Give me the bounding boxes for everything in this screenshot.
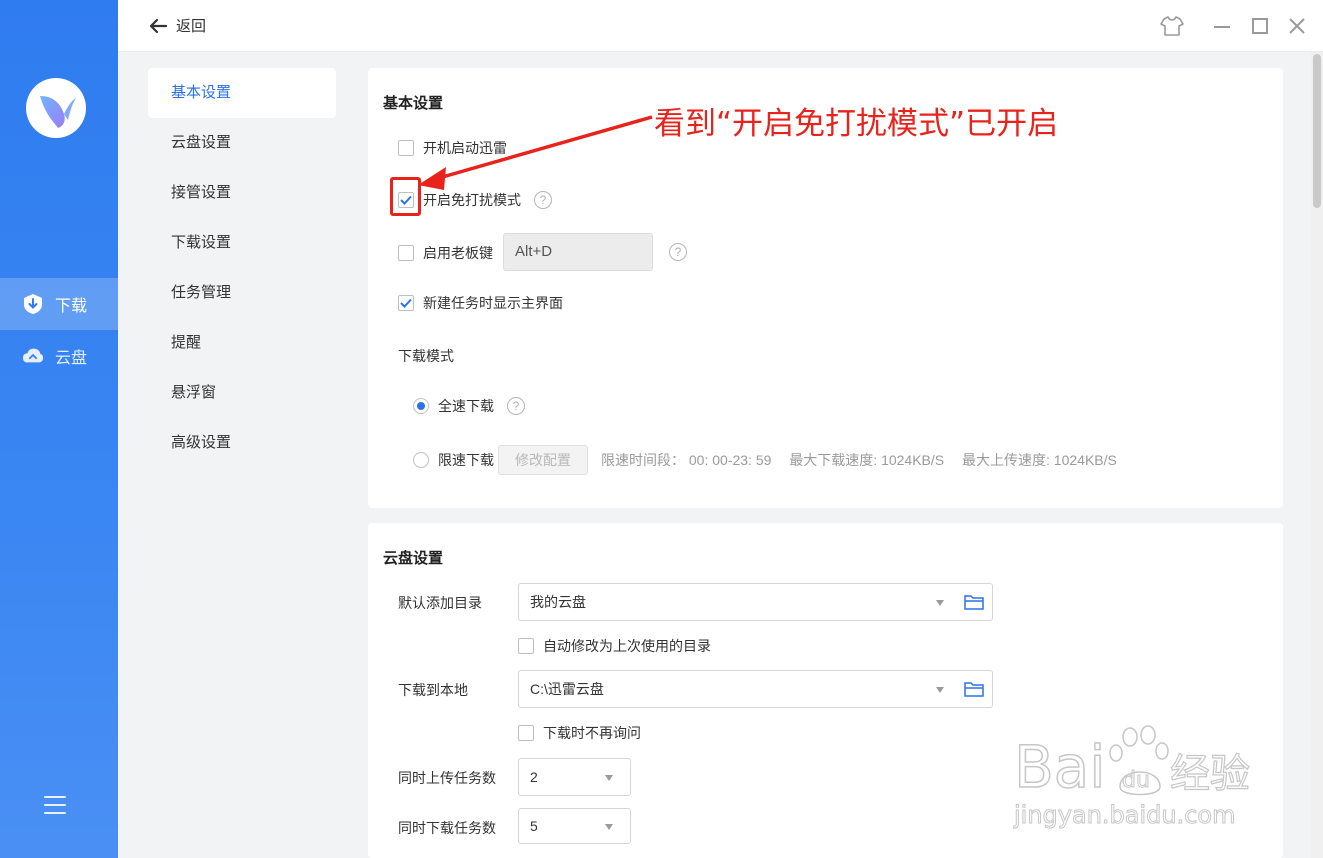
annotation-highlight-box: [390, 177, 421, 216]
svg-text:du: du: [1122, 768, 1150, 793]
svg-text:Bai: Bai: [1014, 733, 1105, 801]
watermark-url: jingyan.baidu.com: [1013, 801, 1235, 829]
svg-text:经验: 经验: [1170, 751, 1250, 797]
baidu-jingyan-watermark: Bai du 经验 jingyan.baidu.com: [1013, 725, 1251, 830]
